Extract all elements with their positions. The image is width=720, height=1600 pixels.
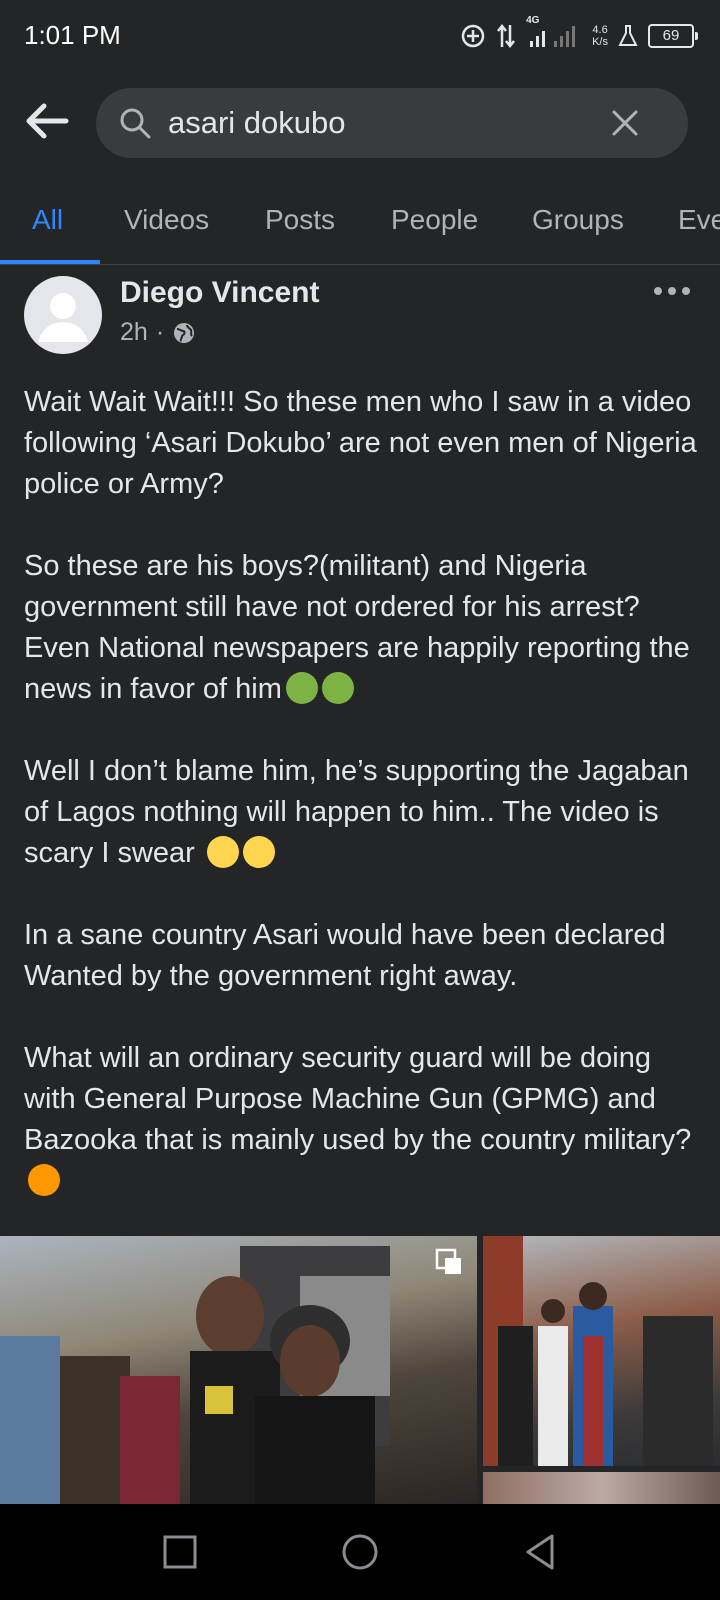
post-paragraph: Well I don’t blame him, he’s supporting …	[24, 751, 704, 874]
tab-videos[interactable]: Videos	[124, 204, 209, 236]
post-paragraph: In a sane country Asari would have been …	[24, 915, 704, 997]
clear-search-icon[interactable]	[608, 106, 642, 140]
post-paragraph: Wait Wait Wait!!! So these men who I saw…	[24, 382, 704, 505]
post-photos	[0, 1236, 720, 1504]
post-paragraph: What will an ordinary security guard wil…	[24, 1038, 704, 1202]
data-saver-icon	[461, 24, 485, 48]
battery-icon: 69	[648, 24, 698, 48]
tab-people[interactable]: People	[391, 204, 478, 236]
status-bar: 1:01 PM 4G 4.6 K/s 69	[0, 0, 720, 72]
home-icon[interactable]	[340, 1532, 380, 1572]
post-photo-3[interactable]	[483, 1472, 720, 1504]
default-profile-icon	[38, 293, 88, 342]
status-time: 1:01 PM	[24, 20, 121, 50]
status-icons: 4G 4.6 K/s 69	[460, 15, 698, 54]
search-filter-tabs: All Videos Posts People Groups Eve	[0, 190, 720, 265]
facepalm-emoji-icon	[285, 672, 318, 704]
avatar[interactable]	[24, 276, 102, 354]
search-input[interactable]: asari dokubo	[96, 88, 688, 158]
scream-emoji-icon	[206, 836, 239, 868]
active-tab-indicator	[0, 260, 100, 264]
paragraph-text: Wait Wait Wait!!! So these men who I saw…	[24, 386, 697, 500]
tab-all[interactable]: All	[32, 204, 63, 236]
back-arrow-icon[interactable]	[22, 96, 72, 146]
system-navigation-bar	[0, 1504, 720, 1600]
lab-flask-icon	[618, 25, 638, 46]
tab-posts[interactable]: Posts	[265, 204, 335, 236]
procession-photo	[483, 1236, 713, 1466]
post-photo-main[interactable]	[0, 1236, 477, 1504]
scream-emoji-icon	[242, 836, 275, 868]
net-speed-unit: K/s	[592, 36, 608, 48]
tab-groups[interactable]: Groups	[532, 204, 624, 236]
search-bar-row: asari dokubo	[0, 86, 720, 158]
post-header: Diego Vincent 2h ·	[0, 272, 720, 362]
post-author[interactable]: Diego Vincent	[120, 276, 319, 310]
data-transfer-icon	[497, 23, 516, 49]
paragraph-text: So these are his boys?(militant) and Nig…	[24, 550, 690, 705]
globe-icon	[174, 322, 195, 343]
more-options-icon[interactable]	[652, 278, 692, 304]
facepalm-emoji-icon	[321, 672, 354, 704]
meta-separator: ·	[155, 318, 165, 346]
search-icon	[120, 108, 151, 139]
paragraph-text: Well I don’t blame him, he’s supporting …	[24, 755, 689, 869]
tab-events[interactable]: Eve	[678, 204, 720, 236]
shrug-emoji-icon	[28, 1164, 60, 1196]
post-paragraph: So these are his boys?(militant) and Nig…	[24, 546, 704, 710]
recent-apps-icon[interactable]	[160, 1532, 200, 1572]
network-type: 4G	[526, 15, 540, 26]
post-time: 2h	[120, 318, 148, 346]
cellular-signal-icon: 4G	[526, 15, 582, 51]
multi-photo-icon	[435, 1248, 461, 1274]
net-speed-value: 4.6	[592, 24, 608, 36]
crowd-photo	[0, 1246, 390, 1504]
post-text: Wait Wait Wait!!! So these men who I saw…	[24, 382, 704, 1243]
net-speed: 4.6 K/s	[592, 24, 608, 48]
paragraph-text: What will an ordinary security guard wil…	[24, 1042, 692, 1156]
post-photo-2[interactable]	[483, 1236, 720, 1466]
search-query: asari dokubo	[168, 105, 346, 140]
post-meta: 2h ·	[120, 318, 196, 347]
paragraph-text: In a sane country Asari would have been …	[24, 919, 666, 992]
back-triangle-icon[interactable]	[520, 1532, 560, 1572]
